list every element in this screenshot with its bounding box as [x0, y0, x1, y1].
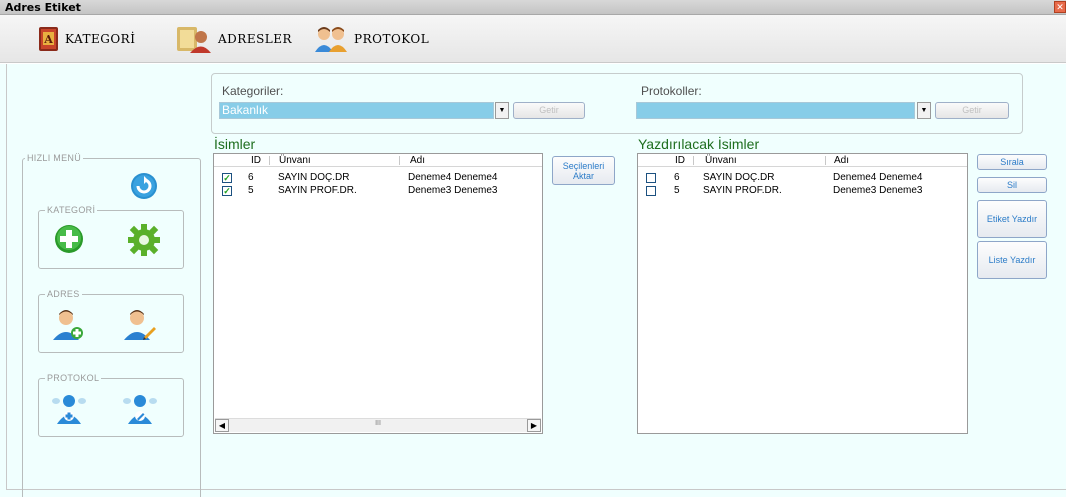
menu-item-protokol[interactable]: PROTOKOL: [314, 24, 429, 54]
close-icon[interactable]: ✕: [1054, 1, 1066, 13]
window-title: Adres Etiket: [5, 1, 81, 14]
menu-item-adresler[interactable]: ADRESLER: [176, 24, 292, 54]
scroll-right-icon[interactable]: ▶: [527, 419, 541, 432]
row-unvan: SAYIN DOÇ.DR: [278, 172, 350, 183]
row-adi: Deneme4 Deneme4: [408, 172, 498, 183]
table-row[interactable]: ✓ 6 SAYIN DOÇ.DR Deneme4 Deneme4: [214, 172, 542, 184]
people-icon: [315, 27, 347, 52]
table-row[interactable]: 6 SAYIN DOÇ.DR Deneme4 Deneme4: [638, 172, 967, 184]
add-user-icon[interactable]: [51, 307, 85, 341]
column-id[interactable]: ID: [251, 155, 261, 166]
kategori-group: KATEGORİ: [38, 205, 184, 269]
contacts-folder-icon: [177, 27, 211, 53]
menu-label-kategori: KATEGORİ: [65, 32, 136, 46]
add-icon[interactable]: [53, 223, 85, 255]
protokol-select[interactable]: [636, 102, 915, 119]
row-adi: Deneme3 Deneme3: [833, 185, 923, 196]
row-adi: Deneme3 Deneme3: [408, 185, 498, 196]
protokol-label: Protokoller:: [641, 84, 702, 98]
add-protocol-user-icon[interactable]: [51, 391, 87, 425]
column-separator: [399, 156, 400, 165]
adres-group-title: ADRES: [45, 289, 82, 299]
row-checkbox[interactable]: ✓: [222, 186, 232, 196]
scroll-grip-icon[interactable]: III: [375, 420, 381, 427]
protokol-dropdown-button[interactable]: ▼: [917, 102, 931, 119]
horizontal-scrollbar[interactable]: ◀ III ▶: [215, 418, 541, 432]
row-id: 5: [248, 185, 254, 196]
refresh-icon[interactable]: [129, 171, 159, 201]
protokol-getir-button[interactable]: Getir: [935, 102, 1009, 119]
menu-label-protokol: PROTOKOL: [354, 32, 430, 46]
row-id: 6: [248, 172, 254, 183]
row-unvan: SAYIN PROF.DR.: [703, 185, 782, 196]
menu-bar: A KATEGORİ ADRESLER PROTOKOL: [0, 15, 1066, 63]
row-checkbox[interactable]: ✓: [222, 173, 232, 183]
scroll-left-icon[interactable]: ◀: [215, 419, 229, 432]
row-unvan: SAYIN PROF.DR.: [278, 185, 357, 196]
isimler-list-header: ID Ünvanı Adı: [214, 154, 542, 167]
column-unvan[interactable]: Ünvanı: [705, 155, 737, 166]
column-id[interactable]: ID: [675, 155, 685, 166]
address-book-icon: A: [39, 27, 58, 51]
aktar-button[interactable]: Seçilenleri Aktar: [552, 156, 615, 185]
isimler-title: İsimler: [214, 136, 256, 152]
column-separator: [269, 156, 270, 165]
row-id: 6: [674, 172, 680, 183]
protokol-group-title: PROTOKOL: [45, 373, 102, 383]
protokol-group: PROTOKOL: [38, 373, 184, 437]
yazdirilacak-title: Yazdırılacak İsimler: [638, 136, 760, 152]
divider-left: [6, 64, 7, 489]
column-adi[interactable]: Adı: [410, 155, 425, 166]
filter-panel: Kategoriler: Bakanlık ▼ Getir Protokolle…: [211, 73, 1023, 134]
kategori-dropdown-button[interactable]: ▼: [495, 102, 509, 119]
edit-user-icon[interactable]: [122, 307, 156, 341]
row-checkbox[interactable]: [646, 173, 656, 183]
sil-button[interactable]: Sil: [977, 177, 1047, 193]
edit-protocol-user-icon[interactable]: [122, 391, 158, 425]
column-unvan[interactable]: Ünvanı: [279, 155, 311, 166]
column-separator: [825, 156, 826, 165]
menu-label-adresler: ADRESLER: [218, 32, 293, 46]
kategori-getir-button[interactable]: Getir: [513, 102, 585, 119]
row-unvan: SAYIN DOÇ.DR: [703, 172, 775, 183]
menu-item-kategori[interactable]: A KATEGORİ: [37, 24, 135, 54]
kategori-label: Kategoriler:: [222, 84, 284, 98]
settings-gear-icon[interactable]: [127, 223, 161, 257]
kategori-group-title: KATEGORİ: [45, 205, 98, 215]
yazdirilacak-list[interactable]: ID Ünvanı Adı 6 SAYIN DOÇ.DR Deneme4 Den…: [637, 153, 968, 434]
liste-yazdir-button[interactable]: Liste Yazdır: [977, 241, 1047, 279]
column-adi[interactable]: Adı: [834, 155, 849, 166]
isimler-list[interactable]: ID Ünvanı Adı ✓ 6 SAYIN DOÇ.DR Deneme4 D…: [213, 153, 543, 434]
kategori-select[interactable]: Bakanlık: [219, 102, 494, 119]
sirala-button[interactable]: Sırala: [977, 154, 1047, 170]
adres-group: ADRES: [38, 289, 184, 353]
row-id: 5: [674, 185, 680, 196]
row-adi: Deneme4 Deneme4: [833, 172, 923, 183]
hizli-menu-title: HIZLI MENÜ: [25, 153, 84, 163]
column-separator: [693, 156, 694, 165]
svg-text:A: A: [43, 33, 53, 46]
yazdirilacak-list-header: ID Ünvanı Adı: [638, 154, 967, 167]
main-content: Kategoriler: Bakanlık ▼ Getir Protokolle…: [0, 64, 1066, 497]
hizli-menu-panel: HIZLI MENÜ KATEGORİ ADRES PROTOKOL: [22, 153, 201, 497]
title-bar: Adres Etiket ✕: [0, 0, 1066, 15]
table-row[interactable]: 5 SAYIN PROF.DR. Deneme3 Deneme3: [638, 185, 967, 197]
table-row[interactable]: ✓ 5 SAYIN PROF.DR. Deneme3 Deneme3: [214, 185, 542, 197]
etiket-yazdir-button[interactable]: Etiket Yazdır: [977, 200, 1047, 238]
row-checkbox[interactable]: [646, 186, 656, 196]
